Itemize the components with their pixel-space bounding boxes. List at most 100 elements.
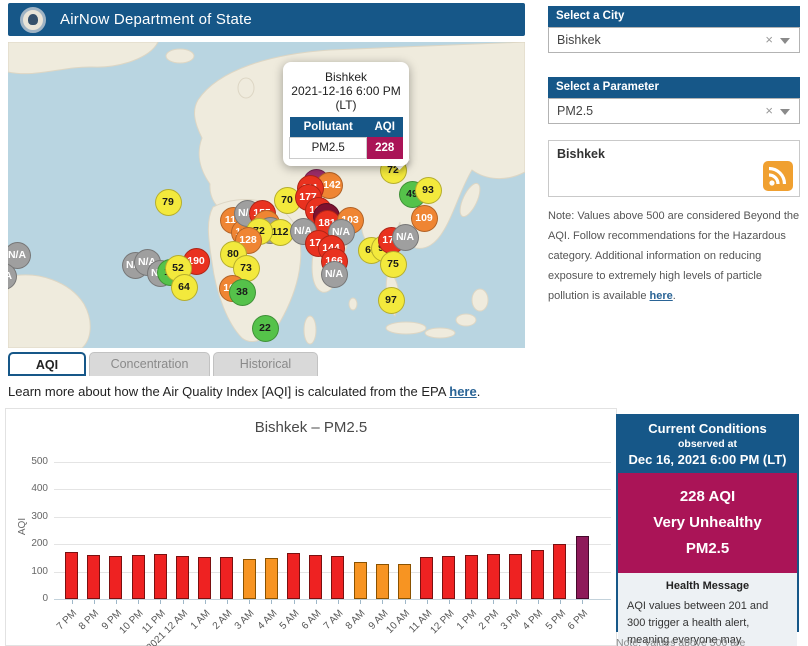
chart-x-tickmark [426,600,428,604]
current-conditions-panel: Current Conditions observed at Dec 16, 2… [616,414,799,646]
aqi-marker[interactable]: N/A [320,260,348,288]
chart-x-tick-label: 4 PM [521,608,546,633]
chart-x-tickmark [271,600,273,604]
parameter-clear-icon[interactable]: × [765,99,773,123]
chart-bar[interactable] [198,556,212,599]
chart-y-tick: 500 [31,455,48,467]
chart-bar[interactable] [176,555,189,599]
chart-bar[interactable] [486,553,500,599]
chart-bar[interactable] [65,551,78,599]
chart-bar[interactable] [131,555,145,599]
chart-bar[interactable] [375,563,389,599]
chart-bar[interactable] [509,553,522,599]
chart-bar[interactable] [264,558,278,599]
chart-x-tick-label: 7 PM [54,608,80,633]
chart-x-tick-label: 2 PM [476,608,502,633]
aqi-marker[interactable]: 75 [379,250,407,278]
conditions-subtitle: observed at [678,438,737,450]
health-message-title: Health Message [665,580,750,592]
chart-x-tickmark [182,600,184,604]
popup-timezone: (LT) [335,98,357,112]
chart-bar[interactable] [531,549,545,599]
chart-x-tick-label: 6 AM [299,608,324,632]
tab-historical[interactable]: Historical [213,352,318,376]
chart-bar[interactable] [331,556,345,599]
chart-x-tickmark [115,600,117,604]
conditions-aqi-value: 228 AQI [679,488,736,505]
chart-x-tick-label: 12 PM [428,608,457,637]
chart-x-tick-label: 10 AM [384,608,413,636]
chart-gridline [54,516,611,518]
chart-x-tick-label: 1 PM [454,608,479,633]
chart-bar[interactable] [109,555,123,599]
parameter-select[interactable]: PM2.5 × [548,98,800,124]
chart-x-tick-label: 8 AM [343,608,368,632]
city-select[interactable]: Bishkek × [548,27,800,53]
popup-col-aqi: AQI [366,117,403,138]
chart-x-tick-label: 4 AM [255,608,280,632]
chart-x-tick-label: 6 PM [565,608,590,633]
city-select-value: Bishkek [557,33,601,47]
chart-y-tick: 300 [31,510,48,522]
chart-y-tick: 100 [31,565,48,577]
rss-icon[interactable] [763,161,793,191]
aqi-marker[interactable]: 109 [410,204,438,232]
conditions-aqi-pollutant: PM2.5 [685,540,730,557]
sidebar-note-suffix: . [672,290,676,302]
conditions-footnote-clipped: Note: Values above 500 are considered Be… [616,637,746,646]
chart-title: Bishkek – PM2.5 [254,419,368,436]
tab-aqi[interactable]: AQI [8,352,86,376]
aqi-marker[interactable]: 79 [154,188,182,216]
chart-bar[interactable] [242,558,256,599]
chart-x-tick-label: 10 PM [117,608,146,637]
feed-city-title: Bishkek [557,147,605,161]
aqi-marker[interactable]: 93 [414,176,442,204]
chart-x-tickmark [138,600,140,604]
chart-bar[interactable] [442,555,456,599]
chart-bar[interactable] [575,536,589,599]
current-conditions-header: Current Conditions observed at Dec 16, 2… [618,416,797,473]
city-caret-icon[interactable] [780,38,790,44]
chart-bar[interactable] [464,555,478,599]
chart-x-tick-label: 3 AM [232,608,257,632]
aqi-marker[interactable]: N/A [8,241,31,269]
popup-datetime: 2021-12-16 6:00 PM [291,84,401,98]
chart-x-tick-label: 1 AM [188,608,213,632]
chart-x-tickmark [559,600,561,604]
city-feed-box: Bishkek [548,140,800,197]
chart-x-tick-label: 5 AM [277,608,302,632]
chart-bar[interactable] [220,557,234,599]
learn-more-suffix: . [476,384,481,399]
chart-x-tickmark [582,600,584,604]
chart-bar[interactable] [553,543,567,599]
city-clear-icon[interactable]: × [765,28,773,52]
parameter-caret-icon[interactable] [780,109,790,115]
chart-bar[interactable] [398,563,411,599]
aqi-marker[interactable]: 38 [228,278,256,306]
sidebar-note: Note: Values above 500 are considered Be… [548,206,802,306]
learn-more-link[interactable]: here [449,384,476,399]
chart-x-tick-label: 2 AM [210,608,235,632]
chart-bar[interactable] [87,555,101,599]
chart-bar[interactable] [420,556,434,599]
chart-bar[interactable] [309,555,323,599]
chart-gridline [54,544,611,545]
conditions-aqi-box: 228 AQI Very Unhealthy PM2.5 [618,473,797,573]
chart-bar[interactable] [287,553,300,599]
chart-x-tickmark [204,600,206,604]
chart-bar[interactable] [353,561,367,599]
chart-y-tick: 200 [31,538,48,549]
tab-concentration[interactable]: Concentration [89,352,210,376]
chart-bar[interactable] [153,553,167,599]
popup-aqi-value: 228 [366,137,403,159]
aqi-marker[interactable]: 22 [251,314,279,342]
aqi-marker[interactable]: 64 [170,273,198,301]
chart-x-tickmark [315,600,317,604]
chart-x-tickmark [360,600,362,604]
aqi-marker[interactable]: 97 [377,286,405,314]
select-parameter-header: Select a Parameter [548,77,800,98]
chart-y-tick: 400 [31,483,48,494]
chart-gridline [54,461,611,463]
sidebar-note-link[interactable]: here [650,290,673,302]
aqi-world-map[interactable]: N/AN/A79111122N/A155106N/A11272701288073… [8,42,525,348]
